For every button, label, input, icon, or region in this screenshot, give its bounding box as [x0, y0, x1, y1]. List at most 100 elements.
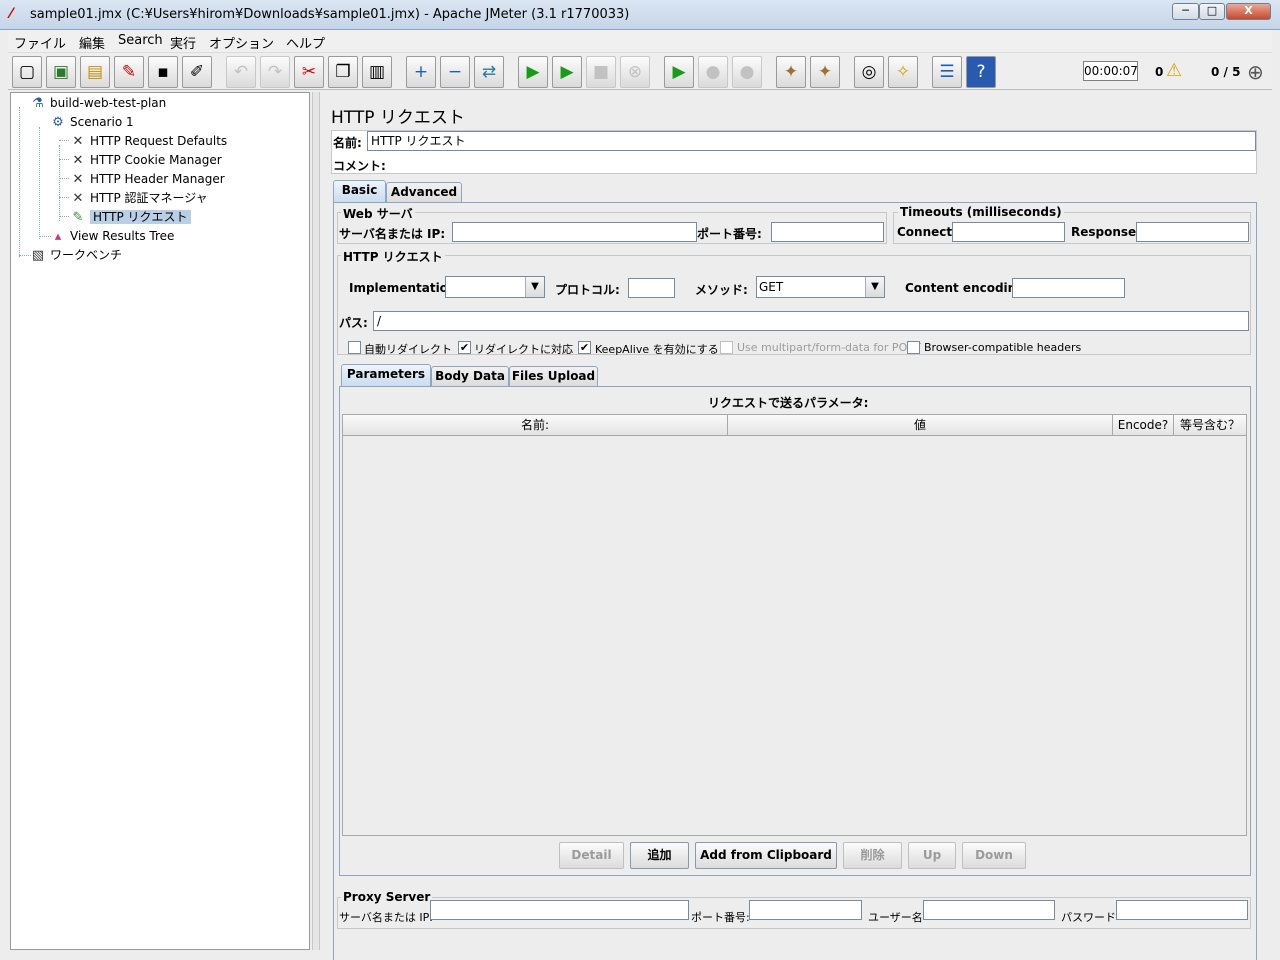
port-field[interactable] — [771, 222, 884, 242]
multipart-label: Use multipart/form-data for POST — [737, 341, 921, 354]
reset-search-icon[interactable]: ✧ — [888, 56, 918, 88]
start-no-pauses-icon[interactable]: ▶ — [552, 56, 582, 88]
stop-icon[interactable]: ■ — [586, 56, 616, 88]
tab-basic[interactable]: Basic — [333, 180, 386, 202]
warning-icon[interactable]: ⚠ — [1166, 60, 1182, 81]
tab-files-upload[interactable]: Files Upload — [509, 366, 598, 386]
connect-timeout-field[interactable] — [952, 222, 1065, 242]
column-value[interactable]: 値 — [728, 415, 1113, 435]
listener-icon: ▴ — [54, 229, 62, 244]
name-field[interactable]: HTTP リクエスト — [367, 131, 1256, 151]
multipart-checkbox[interactable] — [720, 341, 733, 354]
protocol-field[interactable] — [628, 278, 675, 298]
remote-stop-icon[interactable]: ● — [698, 56, 728, 88]
copy-icon[interactable]: ❐ — [328, 56, 358, 88]
tree-node-cookie-manager[interactable]: ✕ HTTP Cookie Manager — [69, 151, 222, 169]
open-icon[interactable]: ▤ — [80, 56, 110, 88]
tab-advanced[interactable]: Advanced — [386, 182, 462, 202]
http-request-group — [337, 255, 1251, 355]
shutdown-icon[interactable]: ⊗ — [620, 56, 650, 88]
remote-shutdown-icon[interactable]: ● — [732, 56, 762, 88]
chevron-down-icon: ▼ — [865, 277, 884, 297]
config-icon: ✕ — [72, 134, 84, 149]
proxy-port-field[interactable] — [749, 900, 862, 920]
method-select[interactable]: GET ▼ — [756, 276, 885, 298]
menu-search[interactable]: Search — [118, 33, 163, 48]
parameters-table: 名前: 値 Encode? 等号含む？ — [342, 414, 1247, 836]
detail-button[interactable]: Detail — [559, 842, 624, 869]
tree-node-auth-manager[interactable]: ✕ HTTP 認証マネージャ — [69, 189, 208, 207]
function-helper-icon[interactable]: ☰ — [932, 56, 962, 88]
column-name[interactable]: 名前: — [343, 415, 728, 435]
remote-start-icon[interactable]: ▶ — [664, 56, 694, 88]
keepalive-checkbox[interactable]: ✔ — [578, 341, 591, 354]
http-request-title: HTTP リクエスト — [341, 248, 445, 265]
tree-node-label: ワークベンチ — [50, 248, 123, 262]
up-button[interactable]: Up — [908, 842, 956, 869]
cut-icon[interactable]: ✂ — [294, 56, 324, 88]
start-icon[interactable]: ▶ — [518, 56, 548, 88]
menu-run[interactable]: 実行 — [170, 33, 196, 52]
templates-icon[interactable]: ▣ — [46, 56, 76, 88]
menu-edit[interactable]: 編集 — [79, 33, 105, 52]
toggle-icon[interactable]: ⇄ — [474, 56, 504, 88]
undo-icon[interactable]: ↶ — [226, 56, 256, 88]
menu-options[interactable]: オプション — [209, 33, 274, 52]
save-icon[interactable]: ▪ — [148, 56, 178, 88]
tree-node-header-manager[interactable]: ✕ HTTP Header Manager — [69, 170, 225, 188]
save-as-icon[interactable]: ✐ — [182, 56, 212, 88]
down-button[interactable]: Down — [962, 842, 1026, 869]
response-timeout-field[interactable] — [1136, 222, 1249, 242]
menu-file[interactable]: ファイル — [14, 33, 66, 52]
tree-node-label: build-web-test-plan — [50, 96, 167, 110]
table-header: 名前: 値 Encode? 等号含む？ — [343, 415, 1246, 436]
http-request-editor: HTTP リクエスト 名前: HTTP リクエスト コメント: Basic Ad… — [322, 92, 1272, 960]
new-icon[interactable]: ▢ — [12, 56, 42, 88]
tree-node-results-tree[interactable]: ▴ View Results Tree — [49, 227, 175, 245]
close-file-icon[interactable]: ✎ — [114, 56, 144, 88]
connect-label: Connect: — [897, 225, 957, 239]
tree-node-workbench[interactable]: ▧ ワークベンチ — [29, 246, 122, 264]
expand-icon[interactable]: + — [406, 56, 436, 88]
clear-icon[interactable]: ✦ — [776, 56, 806, 88]
tree-node-http-defaults[interactable]: ✕ HTTP Request Defaults — [69, 132, 228, 150]
auto-redirect-checkbox[interactable] — [348, 341, 361, 354]
sampler-icon: ✎ — [72, 210, 84, 225]
test-plan-icon: ⚗ — [32, 96, 44, 111]
redo-icon[interactable]: ↷ — [260, 56, 290, 88]
implementation-select[interactable]: ▼ — [445, 276, 545, 298]
tree-node-test-plan[interactable]: ⚗ build-web-test-plan — [29, 94, 166, 112]
split-pane-divider[interactable] — [312, 92, 320, 950]
proxy-user-label: ユーザー名 — [868, 911, 923, 924]
collapse-icon[interactable]: − — [440, 56, 470, 88]
column-encode[interactable]: Encode? — [1113, 415, 1174, 435]
clear-all-icon[interactable]: ✦ — [810, 56, 840, 88]
page-title: HTTP リクエスト — [331, 108, 465, 128]
proxy-password-field[interactable] — [1116, 900, 1248, 920]
add-from-clipboard-button[interactable]: Add from Clipboard — [695, 842, 837, 869]
search-icon[interactable]: ◎ — [854, 56, 884, 88]
tab-parameters[interactable]: Parameters — [341, 364, 431, 386]
server-field[interactable] — [452, 222, 697, 242]
add-button[interactable]: 追加 — [630, 842, 689, 869]
name-label: 名前: — [333, 136, 362, 150]
minimize-button[interactable]: ─ — [1172, 3, 1199, 20]
delete-button[interactable]: 削除 — [843, 842, 902, 869]
path-field[interactable]: / — [373, 311, 1249, 331]
timeouts-title: Timeouts (milliseconds) — [898, 205, 1064, 219]
content-encoding-field[interactable] — [1012, 278, 1125, 298]
tree-node-http-request[interactable]: ✎ HTTP リクエスト — [69, 208, 191, 226]
proxy-server-field[interactable] — [430, 900, 689, 920]
proxy-user-field[interactable] — [923, 900, 1055, 920]
maximize-button[interactable]: □ — [1199, 3, 1225, 20]
paste-icon[interactable]: ▥ — [362, 56, 392, 88]
tab-body-data[interactable]: Body Data — [431, 366, 509, 386]
browser-headers-checkbox[interactable] — [907, 341, 920, 354]
follow-redirects-checkbox[interactable]: ✔ — [458, 341, 471, 354]
menu-help[interactable]: ヘルプ — [286, 33, 325, 52]
help-icon[interactable]: ? — [966, 56, 996, 88]
column-include-equals[interactable]: 等号含む？ — [1174, 415, 1246, 435]
error-count: 0 — [1155, 65, 1164, 79]
tree-node-thread-group[interactable]: ⚙ Scenario 1 — [49, 113, 133, 131]
close-window-button[interactable]: X — [1226, 3, 1271, 20]
